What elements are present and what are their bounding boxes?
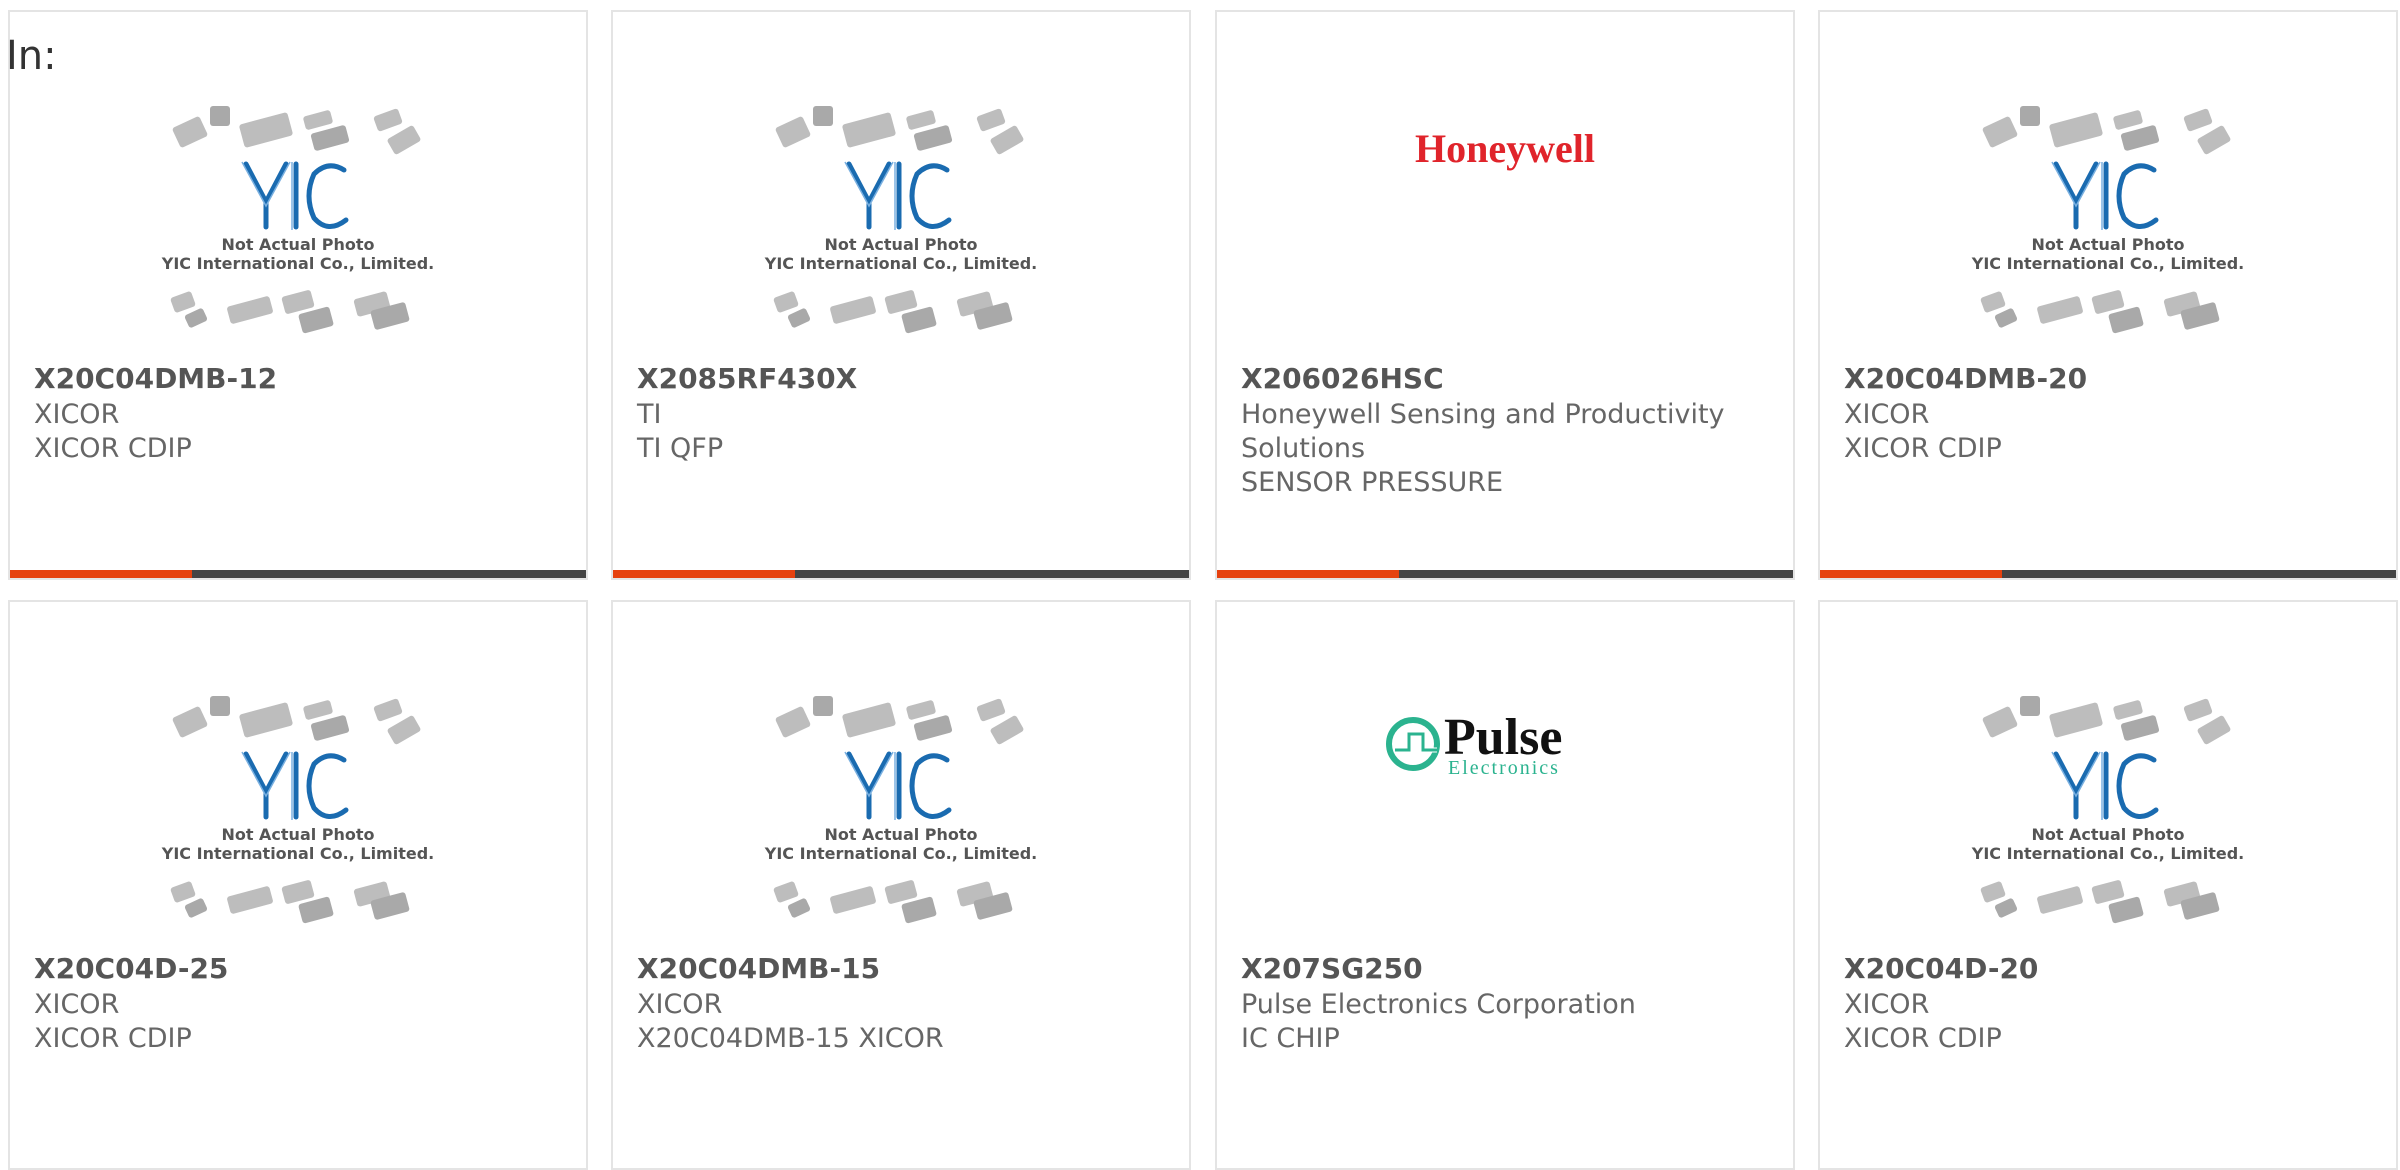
product-card[interactable]: Not Actual Photo YIC International Co., … [8,10,588,580]
product-card[interactable]: Not Actual Photo YIC International Co., … [1818,600,2398,1170]
svg-text:YIC International Co., Limited: YIC International Co., Limited. [1971,844,2244,863]
product-image[interactable]: Not Actual Photo YIC International Co., … [10,102,586,352]
svg-text:YIC International Co., Limited: YIC International Co., Limited. [764,844,1037,863]
product-card[interactable]: Honeywell X206026HSC Honeywell Sensing a… [1215,10,1795,580]
product-card[interactable]: Pulse Electronics X207SG250 Pulse Electr… [1215,600,1795,1170]
manufacturer: XICOR [1844,989,1930,1020]
manufacturer: XICOR [1844,399,1930,430]
svg-text:Not Actual Photo: Not Actual Photo [2031,825,2184,844]
placeholder-image: Not Actual Photo YIC International Co., … [1971,106,2244,334]
svg-text:Not Actual Photo: Not Actual Photo [221,235,374,254]
part-number[interactable]: X20C04D-20 [1844,952,2038,985]
part-number[interactable]: X20C04DMB-12 [34,362,277,395]
manufacturer: XICOR [637,989,723,1020]
card-footer-bar [1217,570,1793,578]
product-card[interactable]: Not Actual Photo YIC International Co., … [8,600,588,1170]
product-image[interactable]: Not Actual Photo YIC International Co., … [613,102,1189,352]
placeholder-image: Not Actual Photo YIC International Co., … [161,696,434,924]
placeholder-image: Not Actual Photo YIC International Co., … [1971,696,2244,924]
product-image[interactable]: Honeywell [1217,102,1793,352]
description: XICOR CDIP [1844,1023,2002,1054]
svg-text:Electronics: Electronics [1448,757,1560,779]
manufacturer: XICOR [34,399,120,430]
manufacturer: TI [637,399,662,430]
placeholder-image: Not Actual Photo YIC International Co., … [161,106,434,334]
part-number[interactable]: X20C04D-25 [34,952,228,985]
in-label: In: [6,33,57,79]
product-card[interactable]: Not Actual Photo YIC International Co., … [611,600,1191,1170]
part-number[interactable]: X206026HSC [1241,362,1444,395]
card-footer-bar [1820,570,2396,578]
svg-text:YIC International Co., Limited: YIC International Co., Limited. [764,254,1037,273]
manufacturer: XICOR [34,989,120,1020]
placeholder-image: Not Actual Photo YIC International Co., … [764,106,1037,334]
description: XICOR CDIP [34,1023,192,1054]
product-image[interactable]: Not Actual Photo YIC International Co., … [613,692,1189,942]
product-card[interactable]: Not Actual Photo YIC International Co., … [611,10,1191,580]
part-number[interactable]: X20C04DMB-15 [637,952,880,985]
svg-text:Not Actual Photo: Not Actual Photo [824,825,977,844]
part-number[interactable]: X207SG250 [1241,952,1423,985]
description: TI QFP [637,433,724,464]
description: XICOR CDIP [34,433,192,464]
part-number[interactable]: X2085RF430X [637,362,857,395]
pulse-logo: Pulse Electronics [1386,709,1562,779]
product-image[interactable]: Not Actual Photo YIC International Co., … [1820,102,2396,352]
description: X20C04DMB-15 XICOR [637,1023,944,1054]
honeywell-logo: Honeywell [1415,126,1595,171]
svg-text:Not Actual Photo: Not Actual Photo [2031,235,2184,254]
svg-text:Not Actual Photo: Not Actual Photo [221,825,374,844]
svg-text:YIC International Co., Limited: YIC International Co., Limited. [161,844,434,863]
part-number[interactable]: X20C04DMB-20 [1844,362,2087,395]
manufacturer: Pulse Electronics Corporation [1241,989,1636,1020]
product-image[interactable]: Not Actual Photo YIC International Co., … [1820,692,2396,942]
description: SENSOR PRESSURE [1241,467,1504,498]
manufacturer: Honeywell Sensing and Productivity Solut… [1241,399,1725,464]
product-image[interactable]: Pulse Electronics [1217,692,1793,942]
svg-text:Honeywell: Honeywell [1415,126,1595,171]
description: XICOR CDIP [1844,433,2002,464]
placeholder-image: Not Actual Photo YIC International Co., … [764,696,1037,924]
svg-text:Not Actual Photo: Not Actual Photo [824,235,977,254]
product-image[interactable]: Not Actual Photo YIC International Co., … [10,692,586,942]
svg-text:YIC International Co., Limited: YIC International Co., Limited. [1971,254,2244,273]
description: IC CHIP [1241,1023,1340,1054]
svg-text:YIC International Co., Limited: YIC International Co., Limited. [161,254,434,273]
card-footer-bar [10,570,586,578]
card-footer-bar [613,570,1189,578]
product-card[interactable]: Not Actual Photo YIC International Co., … [1818,10,2398,580]
